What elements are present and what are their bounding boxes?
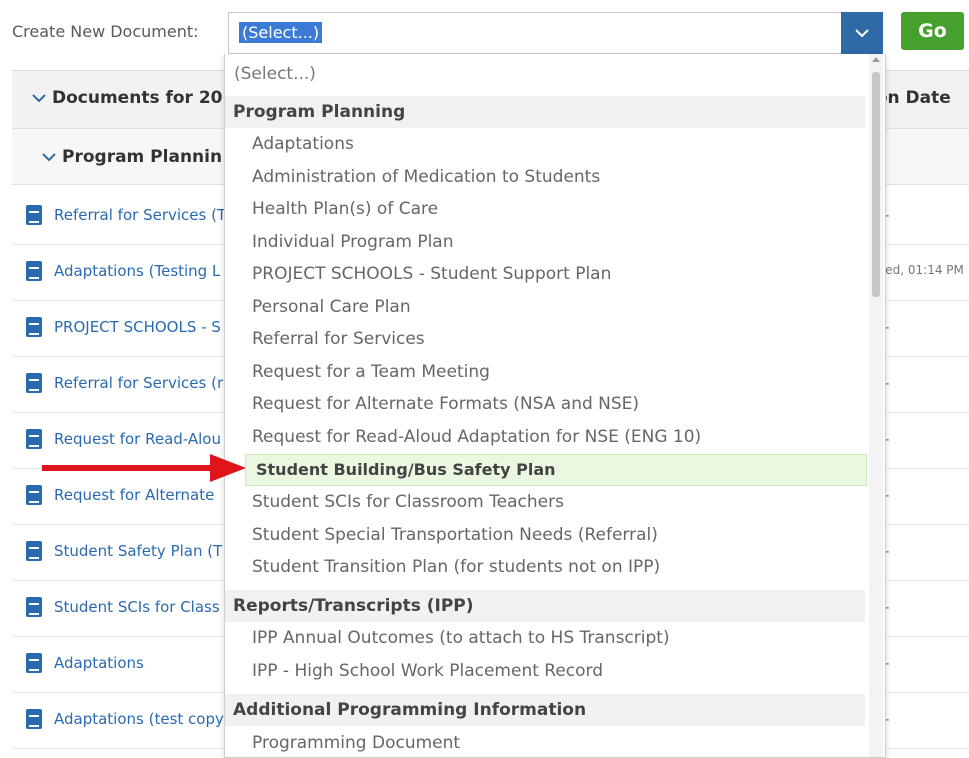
dropdown-option[interactable]: Student SCIs for Classroom Teachers <box>225 486 865 518</box>
select-dropdown-button[interactable] <box>841 12 883 54</box>
go-button[interactable]: Go <box>901 12 964 50</box>
document-link[interactable]: Adaptations (test copy <box>54 710 224 728</box>
dropdown-option[interactable]: IPP Annual Outcomes (to attach to HS Tra… <box>225 622 865 654</box>
document-link[interactable]: Adaptations <box>54 654 144 672</box>
chevron-down-icon <box>855 29 869 38</box>
document-icon <box>26 653 42 673</box>
document-icon <box>26 261 42 281</box>
dropdown-option[interactable]: Programming Document <box>225 727 865 757</box>
dropdown-option[interactable]: Adaptations <box>225 128 865 160</box>
document-icon <box>26 205 42 225</box>
dropdown-option[interactable]: IPP - High School Work Placement Record <box>225 655 865 687</box>
dropdown-option-highlighted[interactable]: Student Building/Bus Safety Plan <box>245 454 867 486</box>
document-icon <box>26 317 42 337</box>
dropdown-group-additional-programming: Additional Programming Information <box>225 694 865 726</box>
chevron-down-icon <box>32 94 46 103</box>
dropdown-option[interactable]: Student Transition Plan (for students no… <box>225 551 865 583</box>
document-icon <box>26 541 42 561</box>
document-link[interactable]: Referral for Services (T <box>54 206 226 224</box>
dropdown-option-placeholder[interactable]: (Select...) <box>225 58 865 90</box>
dropdown-option[interactable]: Request for a Team Meeting <box>225 356 865 388</box>
document-link[interactable]: Student SCIs for Class <box>54 598 220 616</box>
dropdown-option[interactable]: Health Plan(s) of Care <box>225 193 865 225</box>
dropdown-option[interactable]: Request for Alternate Formats (NSA and N… <box>225 388 865 420</box>
red-arrow-icon <box>42 454 246 482</box>
scroll-thumb[interactable] <box>872 72 880 297</box>
dropdown-option[interactable]: Personal Care Plan <box>225 291 865 323</box>
dropdown-option[interactable]: Student Special Transportation Needs (Re… <box>225 519 865 551</box>
dropdown-option[interactable]: Request for Read-Aloud Adaptation for NS… <box>225 421 865 453</box>
select-current-value: (Select...) <box>239 22 323 43</box>
dropdown-scrollbar[interactable] <box>869 54 883 757</box>
document-icon <box>26 597 42 617</box>
document-icon <box>26 485 42 505</box>
document-link[interactable]: Referral for Services (r <box>54 374 223 392</box>
document-link[interactable]: Adaptations (Testing L <box>54 262 220 280</box>
document-link[interactable]: PROJECT SCHOOLS - S <box>54 318 221 336</box>
dropdown-group-reports-transcripts: Reports/Transcripts (IPP) <box>225 590 865 622</box>
dropdown-option[interactable]: Individual Program Plan <box>225 226 865 258</box>
documents-header-title: Documents for 20 <box>52 88 223 108</box>
document-link[interactable]: Student Safety Plan (T <box>54 542 222 560</box>
dropdown-group-program-planning: Program Planning <box>225 96 865 128</box>
document-link[interactable]: Request for Alternate <box>54 486 214 504</box>
row-date: Ved, 01:14 PM <box>878 263 964 277</box>
group-title: Program Plannin <box>62 147 223 167</box>
create-new-document-label: Create New Document: <box>12 22 199 41</box>
document-icon <box>26 373 42 393</box>
chevron-down-icon <box>42 153 56 162</box>
dropdown-option[interactable]: Administration of Medication to Students <box>225 161 865 193</box>
document-link[interactable]: Request for Read-Alou <box>54 430 221 448</box>
document-icon <box>26 709 42 729</box>
document-type-select[interactable]: (Select...) <box>228 12 883 54</box>
dropdown-option[interactable]: PROJECT SCHOOLS - Student Support Plan <box>225 258 865 290</box>
dropdown-option[interactable]: Referral for Services <box>225 323 865 355</box>
document-icon <box>26 429 42 449</box>
scroll-up-icon[interactable] <box>872 57 880 62</box>
document-type-dropdown-list[interactable]: (Select...) Program Planning Adaptations… <box>224 54 886 758</box>
